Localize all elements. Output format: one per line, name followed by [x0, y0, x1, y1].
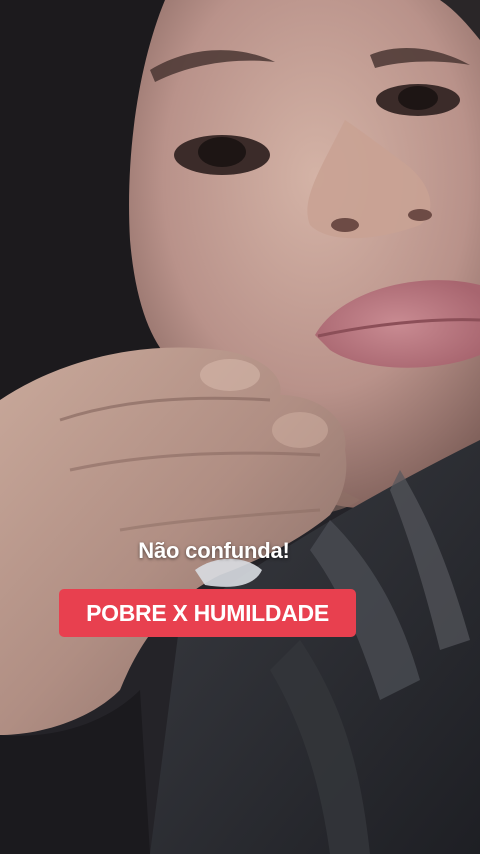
selfie-photo [0, 0, 480, 854]
caption-highlight-box: POBRE X HUMILDADE [59, 589, 356, 637]
story-frame: Não confunda! POBRE X HUMILDADE [0, 0, 480, 854]
caption-line-2: POBRE X HUMILDADE [86, 599, 329, 626]
caption-line-1: Não confunda! [138, 538, 290, 563]
